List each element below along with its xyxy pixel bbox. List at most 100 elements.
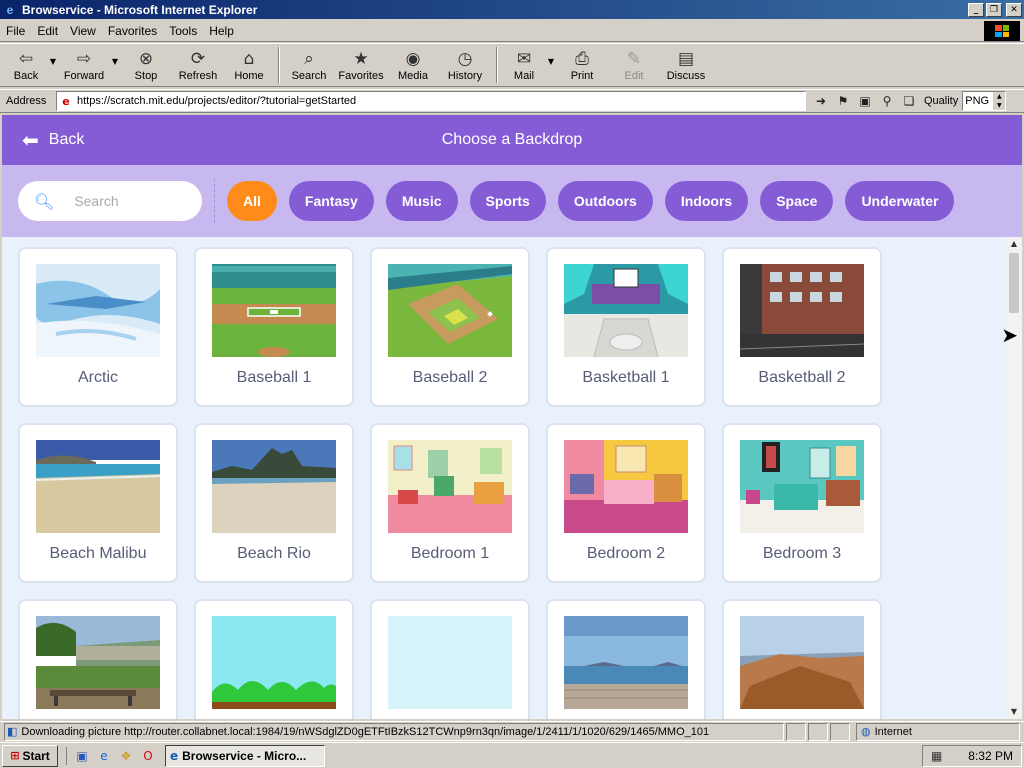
quality-select[interactable]: PNG ▲ ▼ <box>962 91 1007 111</box>
menu-view[interactable]: View <box>64 24 102 38</box>
backdrop-card[interactable] <box>370 599 530 719</box>
backdrop-card[interactable]: Basketball 2 <box>722 247 882 407</box>
backdrop-card[interactable] <box>194 599 354 719</box>
scratch-back-button[interactable]: ⬅ Back <box>22 128 84 152</box>
tag-fantasy[interactable]: Fantasy <box>288 181 374 221</box>
tag-indoors[interactable]: Indoors <box>664 181 749 221</box>
close-button[interactable]: ✕ <box>1006 2 1022 17</box>
search-box[interactable]: 🔍︎ <box>18 181 202 221</box>
quality-label: Quality <box>924 95 959 107</box>
forward-dropdown[interactable]: ▼ <box>110 57 120 66</box>
backdrop-thumbnail-baseball1 <box>212 264 336 357</box>
backdrop-name: Bedroom 3 <box>762 545 842 562</box>
discuss-button[interactable]: ▤ Discuss <box>660 45 712 85</box>
backdrop-card[interactable]: Bedroom 3 <box>722 423 882 583</box>
tag-underwater[interactable]: Underwater <box>845 181 955 221</box>
backdrop-name: Bedroom 2 <box>586 545 666 562</box>
scrollbar-thumb[interactable] <box>1009 253 1019 313</box>
taskbar: ⊞ Start ▣ e ❖ O e Browservice - Micro...… <box>0 742 1024 768</box>
backdrop-card[interactable]: Beach Rio <box>194 423 354 583</box>
windows-logo <box>984 21 1020 41</box>
tag-list: All Fantasy Music Sports Outdoors Indoor… <box>227 181 955 221</box>
maximize-button[interactable]: ❐ <box>986 2 1002 17</box>
backdrop-name: Basketball 1 <box>582 369 670 386</box>
status-bar: ◧ Downloading picture http://router.coll… <box>0 721 1024 741</box>
filter-divider <box>214 179 215 223</box>
toolbar-separator <box>496 47 498 83</box>
backdrop-name: Bedroom 1 <box>410 545 490 562</box>
backdrop-thumbnail-bedroom3 <box>740 440 864 533</box>
menu-tools[interactable]: Tools <box>163 24 203 38</box>
mail-icon: ✉ <box>516 49 532 69</box>
tag-outdoors[interactable]: Outdoors <box>557 181 653 221</box>
backdrop-thumbnail-beach-malibu <box>36 440 160 533</box>
menu-edit[interactable]: Edit <box>31 24 64 38</box>
vertical-scrollbar[interactable]: ▲ ▼ <box>1006 237 1022 719</box>
go-arrow-icon[interactable]: ➜ <box>812 92 830 110</box>
home-button[interactable]: ⌂ Home <box>224 45 274 85</box>
stop-button[interactable]: ⊗ Stop <box>120 45 172 85</box>
explorer-icon[interactable]: ❖ <box>117 747 135 765</box>
status-cell <box>830 722 850 741</box>
print-button[interactable]: ⎙ Print <box>556 45 608 85</box>
refresh-icon: ⟳ <box>190 49 206 69</box>
find-icon[interactable]: ⚲ <box>878 92 896 110</box>
start-button[interactable]: ⊞ Start <box>2 744 58 767</box>
back-button[interactable]: ⇦ Back <box>4 45 48 85</box>
media-button[interactable]: ◉ Media <box>388 45 438 85</box>
menu-favorites[interactable]: Favorites <box>102 24 163 38</box>
back-arrow-icon: ⇦ <box>18 49 34 69</box>
refresh-button[interactable]: ⟳ Refresh <box>172 45 224 85</box>
network-icon[interactable]: ▦ <box>931 749 942 763</box>
favorites-button[interactable]: ★ Favorites <box>334 45 388 85</box>
menu-help[interactable]: Help <box>203 24 240 38</box>
backdrop-header: ⬅ Back Choose a Backdrop <box>2 115 1022 165</box>
mail-button[interactable]: ✉ Mail <box>502 45 546 85</box>
backdrop-card[interactable] <box>722 599 882 719</box>
tag-all[interactable]: All <box>227 181 277 221</box>
opera-icon[interactable]: O <box>139 747 157 765</box>
task-browservice[interactable]: e Browservice - Micro... <box>165 744 325 767</box>
backdrop-thumbnail-basketball2 <box>740 264 864 357</box>
desktop-icon[interactable]: ▣ <box>73 747 91 765</box>
search-input[interactable] <box>74 193 185 209</box>
history-button[interactable]: ◷ History <box>438 45 492 85</box>
backdrop-card[interactable] <box>18 599 178 719</box>
backdrop-card[interactable]: Baseball 1 <box>194 247 354 407</box>
tag-space[interactable]: Space <box>760 181 834 221</box>
edit-button[interactable]: ✎ Edit <box>608 45 660 85</box>
tag-sports[interactable]: Sports <box>469 181 546 221</box>
quality-spinner[interactable]: ▲ ▼ <box>993 92 1006 110</box>
backdrop-card[interactable]: Arctic <box>18 247 178 407</box>
zoom-icon[interactable]: ▣ <box>856 92 874 110</box>
clipboard-icon[interactable]: ❏ <box>900 92 918 110</box>
scroll-down-icon[interactable]: ▼ <box>1006 705 1022 719</box>
backdrop-grid: Arctic Baseball 1 Baseball 2 Basketball … <box>18 247 882 719</box>
scroll-up-icon[interactable]: ▲ <box>1006 237 1022 251</box>
bookmark-icon[interactable]: ⚑ <box>834 92 852 110</box>
address-label: Address <box>6 95 47 107</box>
backdrop-name: Baseball 1 <box>236 369 312 386</box>
menu-bar: File Edit View Favorites Tools Help <box>0 20 1024 42</box>
backdrop-card[interactable]: Bedroom 2 <box>546 423 706 583</box>
backdrop-card[interactable] <box>546 599 706 719</box>
backdrop-card[interactable]: Baseball 2 <box>370 247 530 407</box>
ie-quicklaunch-icon[interactable]: e <box>95 747 113 765</box>
stop-icon: ⊗ <box>138 49 154 69</box>
security-zone: ◍ Internet <box>856 722 1020 741</box>
backdrop-card[interactable]: Basketball 1 <box>546 247 706 407</box>
tag-music[interactable]: Music <box>385 181 458 221</box>
globe-icon: ◍ <box>861 725 871 738</box>
backdrop-card[interactable]: Beach Malibu <box>18 423 178 583</box>
minimize-button[interactable]: _ <box>968 2 984 17</box>
back-dropdown[interactable]: ▼ <box>48 57 58 66</box>
forward-button[interactable]: ⇨ Forward <box>58 45 110 85</box>
menu-file[interactable]: File <box>0 24 31 38</box>
title-bar: e Browservice - Microsoft Internet Explo… <box>0 0 1024 19</box>
filter-bar: 🔍︎ All Fantasy Music Sports Outdoors Ind… <box>2 165 1022 237</box>
backdrop-thumbnail-light-blue <box>388 616 512 709</box>
address-field[interactable]: e https://scratch.mit.edu/projects/edito… <box>56 91 806 111</box>
backdrop-card[interactable]: Bedroom 1 <box>370 423 530 583</box>
search-button[interactable]: ⌕ Search <box>284 45 334 85</box>
mail-dropdown[interactable]: ▼ <box>546 57 556 66</box>
